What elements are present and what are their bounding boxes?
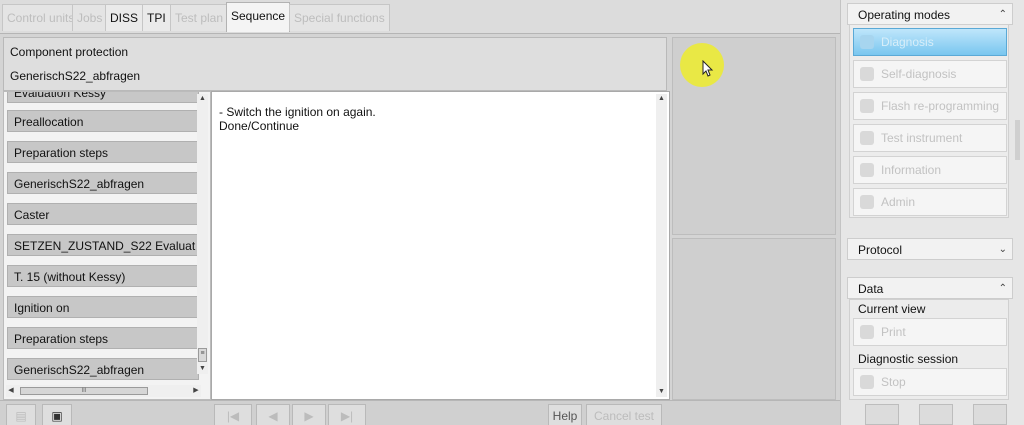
mode-self-diagnosis-button[interactable]: Self-diagnosis bbox=[853, 60, 1007, 88]
header-title: Component protection bbox=[10, 45, 129, 59]
text-vertical-scrollbar[interactable]: ▲ ▼ bbox=[656, 94, 667, 397]
scroll-thumb[interactable]: ≡ bbox=[198, 348, 207, 362]
mode-diagnosis-button[interactable]: Diagnosis bbox=[853, 28, 1007, 56]
list-vertical-scrollbar[interactable]: ▲ ≡ ▼ bbox=[197, 94, 208, 374]
print-button[interactable]: Print bbox=[853, 318, 1007, 346]
list-item[interactable]: Preparation steps bbox=[7, 141, 199, 163]
print-label: Print bbox=[881, 325, 906, 339]
mode-label: Information bbox=[881, 163, 942, 177]
tab-diss[interactable]: DISS bbox=[105, 4, 144, 31]
scroll-right-icon[interactable]: ▶ bbox=[191, 385, 201, 397]
list-item[interactable]: SETZEN_ZUSTAND_S22 Evaluat bbox=[7, 234, 199, 256]
settings-icon[interactable] bbox=[973, 404, 1007, 425]
list-horizontal-scrollbar[interactable]: ◀ III ▶ bbox=[6, 385, 201, 397]
first-step-icon[interactable]: |◀ bbox=[214, 404, 252, 425]
data-header[interactable]: Data ⌃ bbox=[847, 277, 1013, 299]
list-item[interactable]: Preparation steps bbox=[7, 327, 199, 349]
mode-admin-button[interactable]: Admin bbox=[853, 188, 1007, 216]
current-view-label: Current view bbox=[858, 302, 926, 316]
next-step-icon[interactable]: ▶ bbox=[292, 404, 326, 425]
tab-bar: Control units Jobs DISS TPI Test plan Se… bbox=[0, 0, 840, 34]
list-item[interactable]: T. 15 (without Kessy) bbox=[7, 265, 199, 287]
step-header: Component protection GenerischS22_abfrag… bbox=[3, 37, 667, 91]
header-subtitle: GenerischS22_abfragen bbox=[10, 69, 141, 83]
stop-button[interactable]: Stop bbox=[853, 368, 1007, 396]
mode-test-instrument-button[interactable]: Test instrument bbox=[853, 124, 1007, 152]
tab-test-plan[interactable]: Test plan bbox=[170, 4, 229, 31]
list-item[interactable]: GenerischS22_abfragen bbox=[7, 172, 199, 194]
instruction-line: Done/Continue bbox=[219, 119, 300, 133]
diagnosis-icon bbox=[860, 35, 874, 49]
mode-label: Diagnosis bbox=[881, 35, 934, 49]
mouse-pointer-icon bbox=[702, 60, 714, 77]
mode-label: Test instrument bbox=[881, 131, 963, 145]
protocol-header[interactable]: Protocol ⌄ bbox=[847, 238, 1013, 260]
info-icon bbox=[860, 163, 874, 177]
mode-label: Admin bbox=[881, 195, 916, 209]
right-scrollbar[interactable] bbox=[1015, 120, 1020, 160]
protocol-label: Protocol bbox=[858, 243, 903, 257]
document-icon[interactable]: ▤ bbox=[6, 404, 36, 425]
list-item[interactable]: Caster bbox=[7, 203, 199, 225]
instruction-text-area[interactable]: - Switch the ignition on again. Done/Con… bbox=[211, 91, 670, 400]
list-item[interactable]: Evaluation Kessy bbox=[7, 92, 199, 103]
scroll-down-icon[interactable]: ▼ bbox=[656, 387, 667, 397]
scroll-up-icon[interactable]: ▲ bbox=[656, 94, 667, 104]
instruction-line: - Switch the ignition on again. bbox=[219, 105, 376, 119]
tab-control-units[interactable]: Control units bbox=[2, 4, 80, 31]
data-group: Current view Print Diagnostic session St… bbox=[849, 299, 1009, 400]
data-label: Data bbox=[858, 282, 884, 296]
window-icon[interactable] bbox=[919, 404, 953, 425]
tab-jobs[interactable]: Jobs bbox=[72, 4, 108, 31]
diagnostic-session-label: Diagnostic session bbox=[858, 352, 959, 366]
mode-information-button[interactable]: Information bbox=[853, 156, 1007, 184]
list-item[interactable]: Preallocation bbox=[7, 110, 199, 132]
tab-special-functions[interactable]: Special functions bbox=[289, 4, 390, 31]
help-button[interactable]: Help bbox=[548, 404, 582, 425]
flash-icon bbox=[860, 99, 874, 113]
admin-icon bbox=[860, 195, 874, 209]
stop-icon bbox=[860, 375, 874, 389]
previous-step-icon[interactable]: ◀ bbox=[256, 404, 290, 425]
sequence-list[interactable]: Evaluation Kessy Preallocation Preparati… bbox=[3, 91, 211, 400]
export-icon[interactable]: ▣ bbox=[42, 404, 72, 425]
mode-label: Self-diagnosis bbox=[881, 67, 957, 81]
app-window: Control units Jobs DISS TPI Test plan Se… bbox=[0, 0, 1024, 425]
collapse-up-icon[interactable]: ⌃ bbox=[999, 4, 1007, 26]
scroll-left-icon[interactable]: ◀ bbox=[6, 385, 16, 397]
list-item[interactable]: GenerischS22_abfragen bbox=[7, 358, 199, 380]
operating-modes-group: Diagnosis Self-diagnosis Flash re-progra… bbox=[849, 24, 1009, 218]
self-diagnosis-icon bbox=[860, 67, 874, 81]
right-sidebar: Operating modes ⌃ Diagnosis Self-diagnos… bbox=[840, 0, 1024, 425]
scroll-up-icon[interactable]: ▲ bbox=[197, 94, 208, 104]
mode-flash-button[interactable]: Flash re-programming bbox=[853, 92, 1007, 120]
stop-label: Stop bbox=[881, 375, 906, 389]
print-icon bbox=[860, 325, 874, 339]
scroll-thumb[interactable]: III bbox=[20, 387, 148, 395]
scroll-down-icon[interactable]: ▼ bbox=[197, 364, 208, 374]
expand-down-icon[interactable]: ⌄ bbox=[999, 239, 1007, 261]
bottom-toolbar: ▤ ▣ |◀ ◀ ▶ ▶| Help Cancel test bbox=[0, 400, 840, 425]
gauge-icon bbox=[860, 131, 874, 145]
mode-label: Flash re-programming bbox=[881, 99, 1000, 113]
operating-modes-header[interactable]: Operating modes ⌃ bbox=[847, 3, 1013, 25]
last-step-icon[interactable]: ▶| bbox=[328, 404, 366, 425]
list-item[interactable]: Ignition on bbox=[7, 296, 199, 318]
tab-sequence[interactable]: Sequence bbox=[226, 2, 291, 32]
graphic-panel-lower bbox=[672, 238, 836, 400]
collapse-up-icon[interactable]: ⌃ bbox=[999, 278, 1007, 300]
tab-tpi[interactable]: TPI bbox=[142, 4, 171, 31]
cancel-test-button[interactable]: Cancel test bbox=[586, 404, 662, 425]
forward-icon[interactable] bbox=[865, 404, 899, 425]
operating-modes-label: Operating modes bbox=[858, 8, 951, 22]
